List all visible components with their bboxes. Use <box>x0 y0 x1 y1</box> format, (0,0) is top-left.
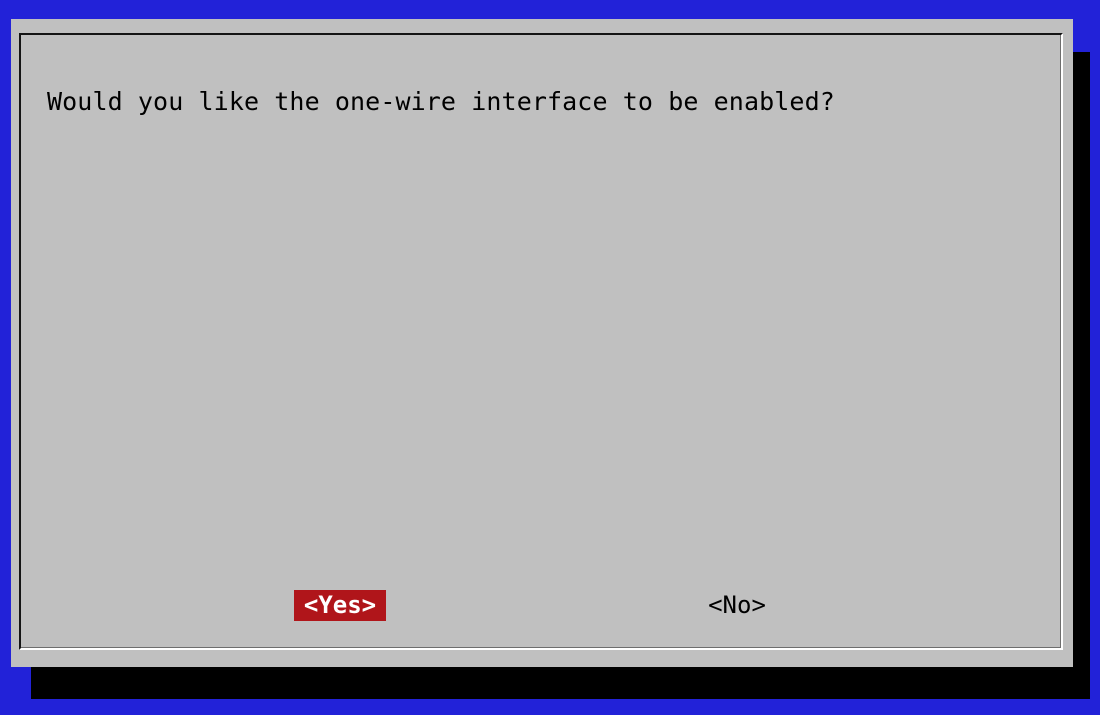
dialog-frame <box>19 33 1063 650</box>
confirm-dialog: Would you like the one-wire interface to… <box>11 19 1073 667</box>
terminal-screen: { "dialog": { "message": "Would you like… <box>0 0 1100 715</box>
dialog-message: Would you like the one-wire interface to… <box>47 87 835 116</box>
no-button[interactable]: <No> <box>701 590 773 621</box>
yes-button[interactable]: <Yes> <box>294 590 386 621</box>
